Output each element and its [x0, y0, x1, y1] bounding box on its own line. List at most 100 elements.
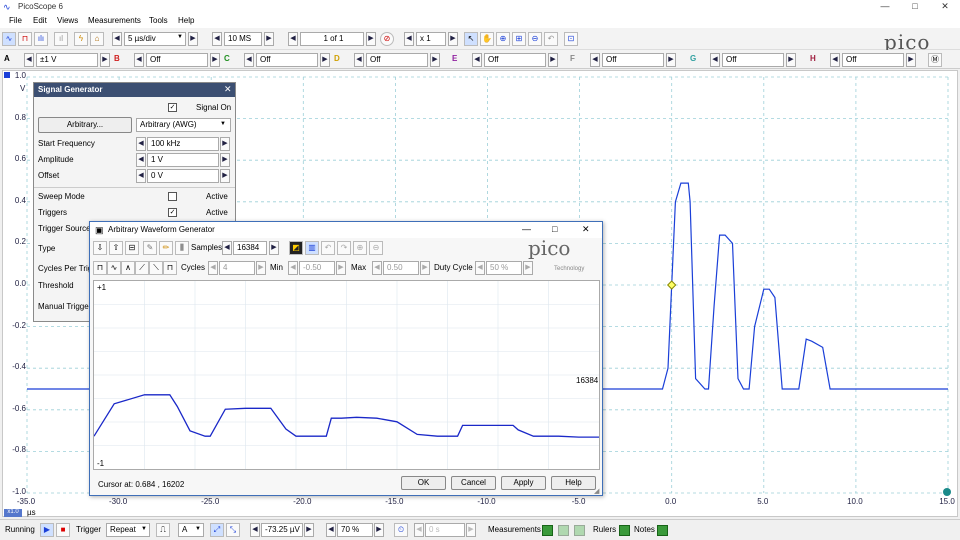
- min-right-arrow[interactable]: ▶: [336, 261, 346, 275]
- capture-index[interactable]: 1 of 1: [300, 32, 364, 46]
- timebase-right-arrow[interactable]: ▶: [188, 32, 198, 46]
- menu-file[interactable]: File: [9, 16, 22, 25]
- panel-close-icon[interactable]: ✕: [224, 84, 232, 95]
- pointer-tool-icon[interactable]: ↖: [464, 32, 478, 46]
- cancel-button[interactable]: Cancel: [451, 476, 496, 490]
- minimize-button[interactable]: —: [870, 1, 900, 13]
- threshold-left-arrow[interactable]: ◀: [250, 523, 260, 537]
- channel-h-range[interactable]: Off: [842, 53, 904, 67]
- persistence-mode-icon[interactable]: ⊓: [18, 32, 32, 46]
- channel-f-right-arrow[interactable]: ▶: [666, 53, 676, 67]
- duty-left-arrow[interactable]: ◀: [475, 261, 485, 275]
- min-field[interactable]: -0.50: [299, 261, 335, 275]
- triangle-wave-icon[interactable]: ∧: [121, 261, 135, 275]
- rulers-icon[interactable]: [619, 525, 630, 536]
- zoom-left-arrow[interactable]: ◀: [404, 32, 414, 46]
- scope-mode-icon[interactable]: ∿: [2, 32, 16, 46]
- channel-d-left-arrow[interactable]: ◀: [354, 53, 364, 67]
- zoom-right-arrow[interactable]: ▶: [448, 32, 458, 46]
- post-left-arrow[interactable]: ◀: [414, 523, 424, 537]
- awg-waveform-icon[interactable]: ▥: [305, 241, 319, 255]
- awg-samples-right-arrow[interactable]: ▶: [269, 241, 279, 255]
- pretrigger-right-arrow[interactable]: ▶: [374, 523, 384, 537]
- channel-g-right-arrow[interactable]: ▶: [786, 53, 796, 67]
- zoom-field[interactable]: x 1: [416, 32, 446, 46]
- channel-a-range[interactable]: ±1 V: [36, 53, 98, 67]
- post-right-arrow[interactable]: ▶: [466, 523, 476, 537]
- awg-samples-left-arrow[interactable]: ◀: [222, 241, 232, 255]
- awg-close-button[interactable]: ✕: [582, 224, 590, 235]
- awg-scope-import-icon[interactable]: ◩: [289, 241, 303, 255]
- arbitrary-button[interactable]: Arbitrary...: [38, 117, 132, 133]
- channel-e-range[interactable]: Off: [484, 53, 546, 67]
- awg-import-icon[interactable]: ⇩: [93, 241, 107, 255]
- awg-pencil-icon[interactable]: ✎: [143, 241, 157, 255]
- channel-a-right-arrow[interactable]: ▶: [100, 53, 110, 67]
- close-button[interactable]: ✕: [930, 1, 960, 13]
- ramp-down-icon[interactable]: ⟍: [149, 261, 163, 275]
- channel-a-left-arrow[interactable]: ◀: [24, 53, 34, 67]
- max-left-arrow[interactable]: ◀: [372, 261, 382, 275]
- capture-right-arrow[interactable]: ▶: [366, 32, 376, 46]
- sine-wave-icon[interactable]: ∿: [107, 261, 121, 275]
- apply-button[interactable]: Apply: [501, 476, 546, 490]
- menu-measurements[interactable]: Measurements: [88, 16, 141, 25]
- pulse-wave-icon[interactable]: ⊓: [163, 261, 177, 275]
- edit-measurement-icon[interactable]: [558, 525, 569, 536]
- sweep-mode-checkbox[interactable]: [168, 192, 177, 201]
- start-frequency-right-arrow[interactable]: ▶: [220, 137, 230, 151]
- ruler-handle[interactable]: [943, 488, 951, 496]
- channel-e-right-arrow[interactable]: ▶: [548, 53, 558, 67]
- channel-c-left-arrow[interactable]: ◀: [244, 53, 254, 67]
- signal-on-checkbox[interactable]: ✓: [168, 103, 177, 112]
- cycles-field[interactable]: 4: [219, 261, 255, 275]
- cycles-left-arrow[interactable]: ◀: [208, 261, 218, 275]
- undo-zoom-icon[interactable]: ↶: [544, 32, 558, 46]
- help-button[interactable]: Help: [551, 476, 596, 490]
- channel-f-left-arrow[interactable]: ◀: [590, 53, 600, 67]
- pretrigger-field[interactable]: 70 %: [337, 523, 373, 537]
- cycles-right-arrow[interactable]: ▶: [256, 261, 266, 275]
- pretrigger-left-arrow[interactable]: ◀: [326, 523, 336, 537]
- wave-type-select[interactable]: Arbitrary (AWG): [136, 118, 231, 132]
- menu-help[interactable]: Help: [178, 16, 194, 25]
- amplitude-right-arrow[interactable]: ▶: [220, 153, 230, 167]
- run-button[interactable]: ▶: [40, 523, 54, 537]
- channel-b-right-arrow[interactable]: ▶: [210, 53, 220, 67]
- awg-bars-icon[interactable]: ⫼: [175, 241, 189, 255]
- home-icon[interactable]: ⌂: [90, 32, 104, 46]
- square-wave-icon[interactable]: ⊓: [93, 261, 107, 275]
- zoom-in-icon[interactable]: ⊕: [496, 32, 510, 46]
- rising-edge-icon[interactable]: ⤢: [210, 523, 224, 537]
- duty-field[interactable]: 50 %: [486, 261, 522, 275]
- start-frequency-left-arrow[interactable]: ◀: [136, 137, 146, 151]
- channel-b-left-arrow[interactable]: ◀: [134, 53, 144, 67]
- timebase-left-arrow[interactable]: ◀: [112, 32, 122, 46]
- stop-button[interactable]: ■: [56, 523, 70, 537]
- awg-samples-field[interactable]: 16384: [233, 241, 267, 255]
- channel-h-right-arrow[interactable]: ▶: [906, 53, 916, 67]
- samples-right-arrow[interactable]: ▶: [264, 32, 274, 46]
- awg-draw-icon[interactable]: ✏: [159, 241, 173, 255]
- offset-field[interactable]: 0 V: [147, 169, 219, 183]
- threshold-right-arrow[interactable]: ▶: [304, 523, 314, 537]
- duty-right-arrow[interactable]: ▶: [523, 261, 533, 275]
- offset-right-arrow[interactable]: ▶: [220, 169, 230, 183]
- channel-e-left-arrow[interactable]: ◀: [472, 53, 482, 67]
- threshold-field[interactable]: -73.25 µV: [261, 523, 303, 537]
- menu-views[interactable]: Views: [57, 16, 78, 25]
- notes-icon[interactable]: [657, 525, 668, 536]
- ok-button[interactable]: OK: [401, 476, 446, 490]
- awg-undo-icon[interactable]: ↶: [321, 241, 335, 255]
- awg-export-icon[interactable]: ⇧: [109, 241, 123, 255]
- channel-h-left-arrow[interactable]: ◀: [830, 53, 840, 67]
- menu-edit[interactable]: Edit: [33, 16, 47, 25]
- falling-edge-icon[interactable]: ⤡: [226, 523, 240, 537]
- serial-decode-icon[interactable]: ıl: [54, 32, 68, 46]
- delete-measurement-icon[interactable]: [574, 525, 585, 536]
- awg-zoom-in-icon[interactable]: ⊕: [353, 241, 367, 255]
- awg-minimize-button[interactable]: —: [522, 224, 531, 234]
- samples-field[interactable]: 10 MS: [224, 32, 262, 46]
- channel-g-range[interactable]: Off: [722, 53, 784, 67]
- awg-maximize-button[interactable]: □: [552, 224, 557, 234]
